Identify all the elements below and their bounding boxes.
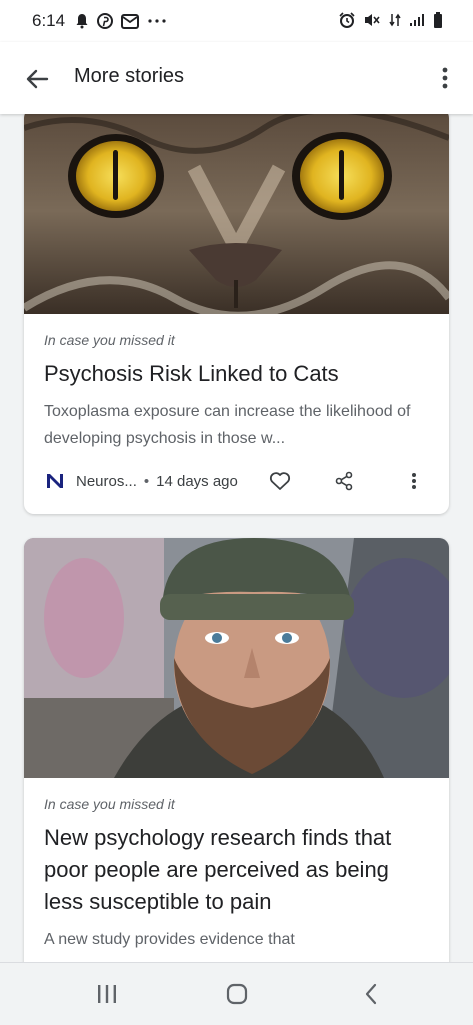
story-feed[interactable]: In case you missed it Psychosis Risk Lin… (0, 114, 473, 962)
story-card[interactable]: In case you missed it New psychology res… (24, 538, 449, 962)
neuroscience-news-logo-icon[interactable] (44, 470, 66, 492)
alarm-clock-icon (339, 12, 355, 28)
system-nav-bar (0, 962, 473, 1025)
share-icon (335, 471, 353, 491)
more-options-button[interactable] (435, 64, 455, 94)
home-icon (226, 983, 248, 1005)
bearded-man-beanie-image (24, 538, 449, 778)
mail-icon (121, 13, 140, 29)
story-kicker: In case you missed it (44, 796, 175, 812)
status-bar: 6:14 (0, 0, 473, 42)
status-left-icons (75, 13, 167, 29)
recents-icon (98, 985, 116, 1003)
arrow-left-icon (26, 69, 49, 89)
more-vert-icon (412, 473, 416, 489)
story-image-man[interactable] (24, 538, 449, 778)
story-snippet: Toxoplasma exposure can increase the lik… (44, 403, 411, 447)
alarm-bell-icon (76, 14, 88, 29)
pinterest-icon (97, 13, 114, 29)
mute-icon (365, 14, 380, 26)
story-kicker: In case you missed it (44, 332, 175, 348)
home-button[interactable] (222, 979, 252, 1009)
story-headline[interactable]: New psychology research finds that poor … (44, 822, 429, 918)
more-notifications-icon (148, 19, 166, 23)
story-meta: Neuros... • 14 days ago (44, 466, 429, 496)
story-source[interactable]: Neuros... (76, 473, 137, 490)
meta-separator: • (143, 472, 150, 490)
cat-eyes-closeup-image (24, 114, 449, 314)
story-card[interactable]: In case you missed it Psychosis Risk Lin… (24, 114, 449, 514)
heart-icon (269, 472, 291, 490)
status-time: 6:14 (32, 11, 66, 30)
story-image-cat[interactable] (24, 114, 449, 314)
story-snippet: A new study provides evidence that (44, 931, 295, 948)
battery-icon (434, 12, 442, 28)
back-button[interactable] (22, 64, 52, 94)
like-button[interactable] (265, 466, 295, 496)
nav-back-button[interactable] (356, 979, 386, 1009)
back-icon (365, 983, 377, 1005)
story-more-button[interactable] (399, 466, 429, 496)
story-actions (265, 466, 429, 496)
story-headline[interactable]: Psychosis Risk Linked to Cats (44, 358, 429, 390)
more-vert-icon (442, 67, 448, 89)
data-icon (389, 13, 401, 27)
page-title: More stories (74, 65, 185, 87)
app-bar: More stories (0, 42, 473, 114)
status-right-icons (339, 12, 443, 28)
share-button[interactable] (329, 466, 359, 496)
signal-icon (410, 14, 424, 26)
story-time: 14 days ago (156, 472, 238, 490)
recents-button[interactable] (92, 979, 122, 1009)
